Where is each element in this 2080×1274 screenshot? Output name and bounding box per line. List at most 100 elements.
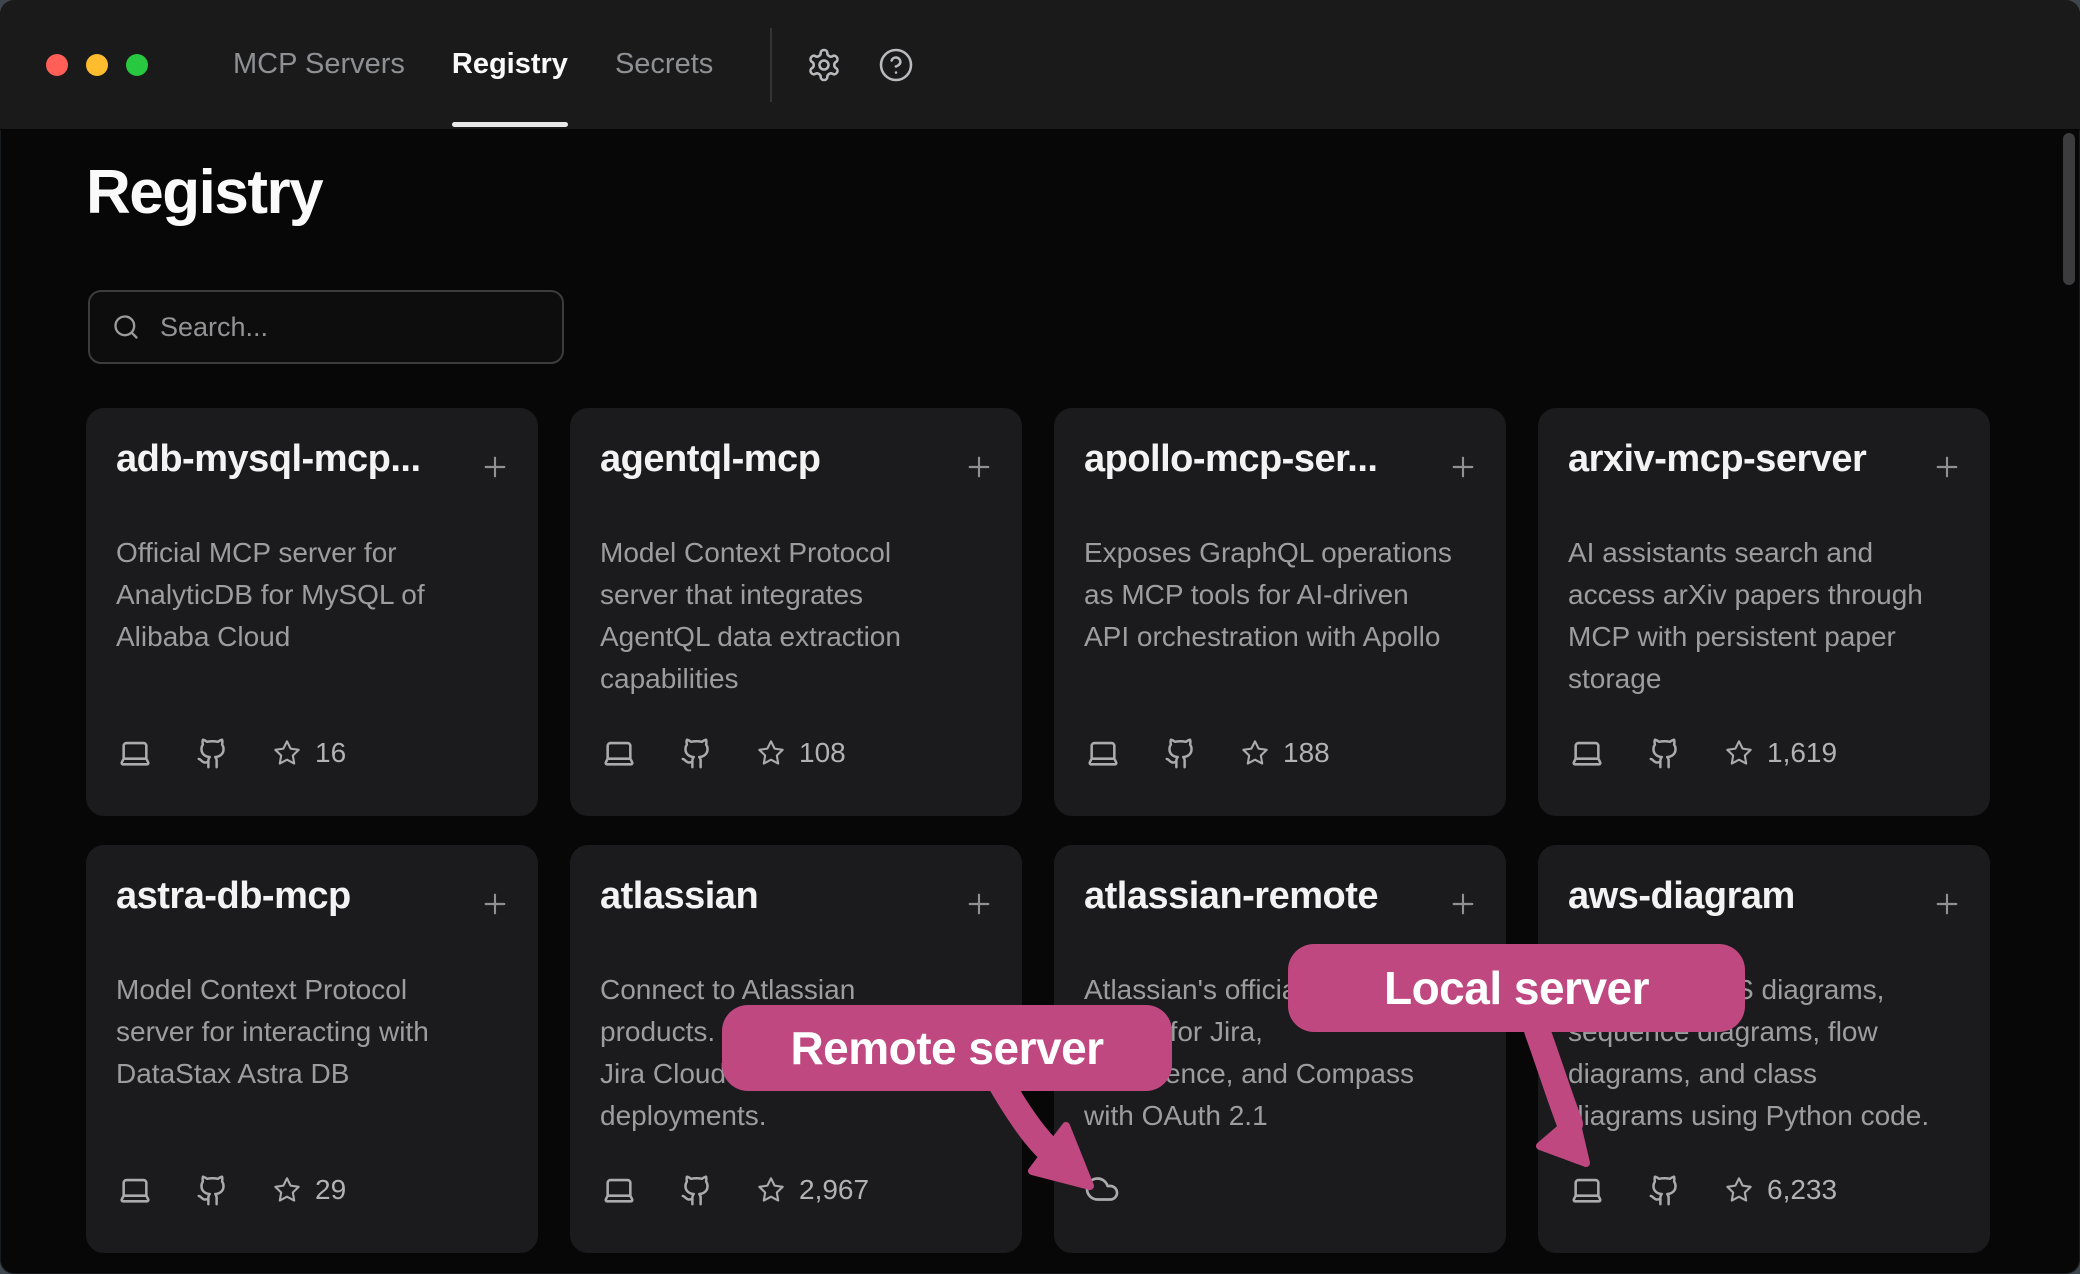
server-name: atlassian [600, 873, 970, 919]
server-name: arxiv-mcp-server [1568, 436, 1938, 482]
laptop-icon [600, 1173, 638, 1207]
github-icon[interactable] [680, 737, 713, 770]
card-apollo-mcp-server[interactable]: apollo-mcp-ser... Exposes GraphQL operat… [1054, 408, 1506, 816]
titlebar-divider [770, 28, 772, 102]
card-footer: 1,619 [1568, 736, 1960, 770]
server-name: astra-db-mcp [116, 873, 486, 919]
stars-count: 1,619 [1767, 737, 1837, 769]
local-server-callout-label: Local server [1384, 961, 1649, 1015]
laptop-icon [1568, 1173, 1606, 1207]
search-icon [112, 313, 140, 341]
stars-count: 188 [1283, 737, 1330, 769]
vertical-scrollbar-thumb[interactable] [2063, 133, 2075, 285]
stars-count: 6,233 [1767, 1174, 1837, 1206]
tab-mcp-servers[interactable]: MCP Servers [233, 0, 405, 129]
add-server-button[interactable] [1930, 450, 1964, 484]
add-server-button[interactable] [478, 887, 512, 921]
laptop-icon [116, 736, 154, 770]
github-icon[interactable] [1648, 737, 1681, 770]
card-footer: 108 [600, 736, 992, 770]
card-astra-db-mcp[interactable]: astra-db-mcp Model Context Protocol serv… [86, 845, 538, 1253]
server-description: Official MCP server for AnalyticDB for M… [116, 532, 508, 658]
laptop-icon [116, 1173, 154, 1207]
card-footer [1084, 1171, 1476, 1207]
server-name: adb-mysql-mcp... [116, 436, 486, 482]
search-input[interactable] [158, 311, 540, 344]
remote-server-callout: Remote server [722, 1005, 1172, 1091]
gear-icon [806, 47, 842, 83]
stars-badge: 6,233 [1725, 1174, 1837, 1206]
plus-icon [1447, 451, 1479, 483]
add-server-button[interactable] [962, 450, 996, 484]
star-icon [1241, 739, 1269, 767]
tab-registry[interactable]: Registry [452, 0, 568, 129]
card-agentql-mcp[interactable]: agentql-mcp Model Context Protocol serve… [570, 408, 1022, 816]
cloud-icon [1084, 1171, 1120, 1207]
stars-count: 108 [799, 737, 846, 769]
star-icon [1725, 739, 1753, 767]
star-icon [273, 739, 301, 767]
settings-button[interactable] [804, 45, 844, 85]
tab-secrets[interactable]: Secrets [615, 0, 713, 129]
titlebar: MCP Servers Registry Secrets [0, 0, 2080, 130]
plus-icon [479, 451, 511, 483]
stars-count: 16 [315, 737, 346, 769]
remote-server-callout-label: Remote server [790, 1021, 1103, 1075]
card-arxiv-mcp-server[interactable]: arxiv-mcp-server AI assistants search an… [1538, 408, 1990, 816]
server-description: AI assistants search and access arXiv pa… [1568, 532, 1960, 700]
github-icon[interactable] [1648, 1174, 1681, 1207]
plus-icon [1447, 888, 1479, 920]
zoom-window-button[interactable] [126, 54, 148, 76]
server-name: agentql-mcp [600, 436, 970, 482]
laptop-icon [1568, 736, 1606, 770]
github-icon[interactable] [196, 1174, 229, 1207]
plus-icon [1931, 451, 1963, 483]
stars-badge: 188 [1241, 737, 1330, 769]
card-footer: 16 [116, 736, 508, 770]
laptop-icon [600, 736, 638, 770]
add-server-button[interactable] [1930, 887, 1964, 921]
card-footer: 2,967 [600, 1173, 992, 1207]
traffic-lights [46, 54, 148, 76]
search-box[interactable] [88, 290, 564, 364]
registry-grid: adb-mysql-mcp... Official MCP server for… [86, 408, 1990, 1253]
github-icon[interactable] [680, 1174, 713, 1207]
main-nav: MCP Servers Registry Secrets [233, 0, 713, 129]
card-footer: 29 [116, 1173, 508, 1207]
close-window-button[interactable] [46, 54, 68, 76]
plus-icon [1931, 888, 1963, 920]
laptop-icon [1084, 736, 1122, 770]
local-server-callout: Local server [1288, 944, 1745, 1032]
card-footer: 6,233 [1568, 1173, 1960, 1207]
card-aws-diagram[interactable]: aws-diagram Generate AWS diagrams, seque… [1538, 845, 1990, 1253]
add-server-button[interactable] [1446, 450, 1480, 484]
add-server-button[interactable] [1446, 887, 1480, 921]
plus-icon [963, 888, 995, 920]
server-description: Exposes GraphQL operations as MCP tools … [1084, 532, 1476, 658]
server-description: Model Context Protocol server that integ… [600, 532, 992, 700]
add-server-button[interactable] [962, 887, 996, 921]
plus-icon [963, 451, 995, 483]
star-icon [1725, 1176, 1753, 1204]
star-icon [757, 1176, 785, 1204]
server-name: aws-diagram [1568, 873, 1938, 919]
github-icon[interactable] [196, 737, 229, 770]
app-window: MCP Servers Registry Secrets Registry [0, 0, 2080, 1274]
stars-badge: 29 [273, 1174, 346, 1206]
minimize-window-button[interactable] [86, 54, 108, 76]
stars-badge: 16 [273, 737, 346, 769]
stars-badge: 2,967 [757, 1174, 869, 1206]
help-button[interactable] [876, 45, 916, 85]
server-name: apollo-mcp-ser... [1084, 436, 1454, 482]
add-server-button[interactable] [478, 450, 512, 484]
server-name: atlassian-remote [1084, 873, 1454, 919]
star-icon [273, 1176, 301, 1204]
stars-badge: 108 [757, 737, 846, 769]
plus-icon [479, 888, 511, 920]
card-footer: 188 [1084, 736, 1476, 770]
stars-count: 29 [315, 1174, 346, 1206]
server-description: Model Context Protocol server for intera… [116, 969, 508, 1095]
card-adb-mysql-mcp[interactable]: adb-mysql-mcp... Official MCP server for… [86, 408, 538, 816]
github-icon[interactable] [1164, 737, 1197, 770]
page-title: Registry [86, 158, 322, 228]
